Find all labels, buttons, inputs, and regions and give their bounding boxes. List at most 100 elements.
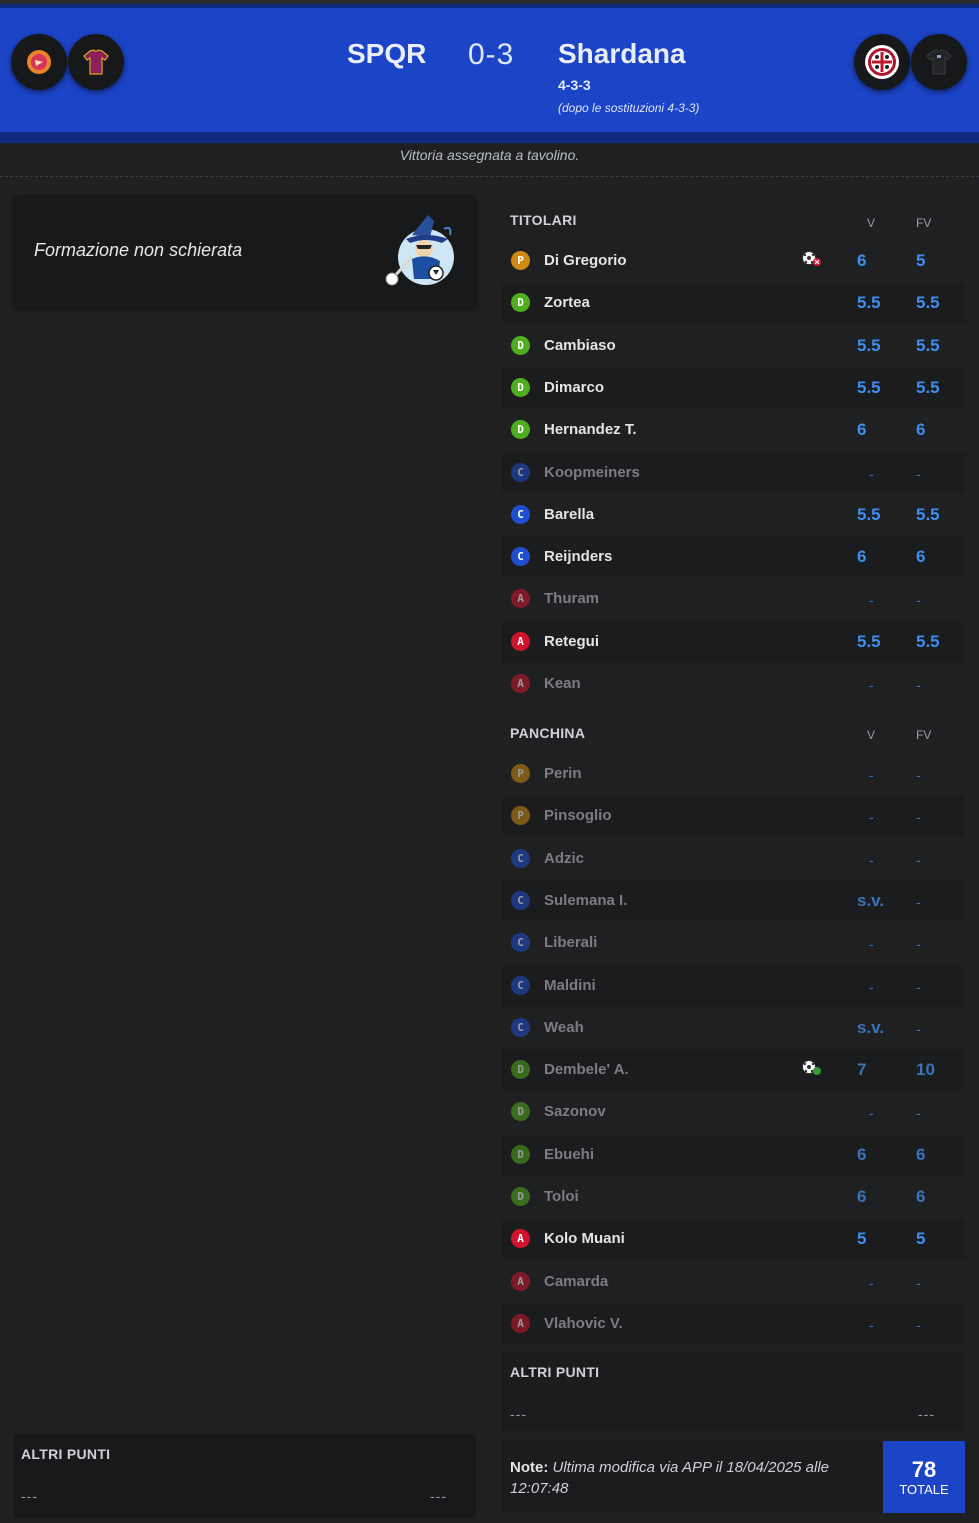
player-name[interactable]: Camarda: [544, 1273, 608, 1290]
player-vote: -: [869, 767, 874, 783]
player-name[interactable]: Retegui: [544, 633, 599, 650]
player-fantavote: 5.5: [916, 335, 940, 355]
player-vote: 6: [857, 420, 867, 440]
player-row[interactable]: A Kolo Muani 5 5: [502, 1219, 964, 1260]
player-row[interactable]: D Sazonov - -: [502, 1092, 964, 1132]
player-row[interactable]: P Pinsoglio - -: [502, 796, 964, 837]
note-content: Ultima modifica via APP il 18/04/2025 al…: [552, 1459, 830, 1476]
away-team-logo[interactable]: [854, 34, 910, 90]
role-badge: D: [511, 1060, 530, 1080]
player-vote: 6: [857, 547, 867, 567]
player-row[interactable]: A Kean - -: [502, 664, 964, 704]
player-vote: 7: [857, 1060, 867, 1080]
player-name[interactable]: Sazonov: [544, 1103, 606, 1120]
home-jersey[interactable]: [68, 34, 124, 90]
player-row[interactable]: P Di Gregorio 6 5: [502, 241, 964, 281]
home-team-logo[interactable]: [11, 34, 67, 90]
player-row[interactable]: C Koopmeiners - -: [502, 452, 964, 493]
player-row[interactable]: C Maldini - -: [502, 965, 964, 1006]
player-fantavote: 6: [916, 1144, 926, 1164]
player-name[interactable]: Dimarco: [544, 379, 604, 396]
note-text: Note: Ultima modifica via APP il 18/04/2…: [510, 1457, 872, 1499]
player-name[interactable]: Toloi: [544, 1188, 579, 1205]
player-fantavote: -: [916, 767, 921, 783]
player-name[interactable]: Dembele' A.: [544, 1061, 629, 1078]
role-badge: D: [511, 1187, 530, 1206]
player-fantavote: 6: [916, 420, 926, 440]
jersey-icon: [83, 49, 109, 75]
player-row[interactable]: P Perin - -: [502, 754, 964, 794]
player-name[interactable]: Adzic: [544, 850, 584, 867]
player-row[interactable]: D Cambiaso 5.5 5.5: [502, 326, 964, 366]
player-fantavote: -: [916, 677, 921, 693]
home-team-name[interactable]: SPQR: [347, 38, 426, 70]
player-name[interactable]: Hernandez T.: [544, 421, 637, 438]
player-name[interactable]: Ebuehi: [544, 1146, 594, 1163]
player-vote: -: [869, 1274, 874, 1291]
role-badge: A: [511, 589, 530, 609]
player-row[interactable]: A Vlahovic V. - -: [502, 1303, 964, 1344]
player-vote: 5.5: [857, 631, 881, 651]
away-team-name[interactable]: Shardana: [558, 38, 686, 70]
away-jersey[interactable]: [911, 34, 967, 90]
player-row[interactable]: C Weah s.v. -: [502, 1008, 964, 1048]
player-name[interactable]: Kean: [544, 675, 581, 692]
player-fantavote: 10: [916, 1060, 935, 1080]
player-row[interactable]: D Ebuehi 6 6: [502, 1134, 964, 1175]
player-row[interactable]: A Retegui 5.5 5.5: [502, 621, 964, 662]
player-name[interactable]: Kolo Muani: [544, 1230, 625, 1247]
player-row[interactable]: D Toloi 6 6: [502, 1177, 964, 1217]
player-name[interactable]: Barella: [544, 506, 594, 523]
player-name[interactable]: Di Gregorio: [544, 252, 627, 269]
player-name[interactable]: Pinsoglio: [544, 807, 612, 824]
altri-punti-left-value: ---: [510, 1406, 527, 1422]
goal-scored-icon: [802, 1060, 821, 1076]
player-name[interactable]: Vlahovic V.: [544, 1315, 623, 1332]
player-name[interactable]: Koopmeiners: [544, 464, 640, 481]
player-vote: 5.5: [857, 335, 881, 355]
role-badge: P: [511, 764, 530, 783]
note-box: Note: Ultima modifica via APP il 18/04/2…: [502, 1441, 882, 1513]
player-row[interactable]: A Thuram - -: [502, 579, 964, 619]
role-badge: P: [511, 806, 530, 826]
role-badge: A: [511, 1271, 530, 1291]
match-header-band: SPQR 0-3 Shardana 4-3-3 (dopo le sostitu…: [0, 8, 979, 132]
role-badge: C: [511, 547, 530, 567]
player-row[interactable]: D Dimarco 5.5 5.5: [502, 367, 964, 408]
player-row[interactable]: C Reijnders 6 6: [502, 537, 964, 578]
player-name[interactable]: Weah: [544, 1019, 584, 1036]
player-row[interactable]: D Zortea 5.5 5.5: [502, 283, 964, 324]
player-name[interactable]: Reijnders: [544, 548, 612, 565]
player-row[interactable]: C Adzic - -: [502, 839, 964, 879]
player-name[interactable]: Thuram: [544, 590, 599, 607]
player-fantavote: 5: [916, 1229, 926, 1249]
player-row[interactable]: C Sulemana I. s.v. -: [502, 880, 964, 921]
player-name[interactable]: Zortea: [544, 294, 590, 311]
player-name[interactable]: Maldini: [544, 977, 596, 994]
home-lineup-card: Formazione non schierata: [14, 195, 476, 308]
away-altri-punti: ALTRI PUNTI --- ---: [502, 1352, 964, 1430]
goal-conceded-icon: [802, 251, 821, 266]
player-fantavote: 6: [916, 1187, 926, 1206]
role-badge: C: [511, 848, 530, 868]
note-time: 12:07:48: [510, 1480, 569, 1497]
panchina-col-v: V: [867, 728, 876, 742]
player-name[interactable]: Cambiaso: [544, 337, 616, 354]
altri-punti-right-value: ---: [918, 1406, 935, 1422]
player-name[interactable]: Perin: [544, 765, 582, 782]
player-row[interactable]: D Dembele' A. 7 10: [502, 1050, 964, 1091]
away-formation: 4-3-3: [558, 77, 591, 93]
player-vote: s.v.: [857, 890, 885, 910]
role-badge: C: [511, 975, 530, 995]
role-badge: C: [511, 462, 530, 482]
player-fantavote: -: [916, 592, 921, 609]
player-name[interactable]: Liberali: [544, 934, 597, 951]
player-row[interactable]: C Liberali - -: [502, 923, 964, 963]
wizard-mascot-icon: [385, 215, 454, 286]
player-row[interactable]: D Hernandez T. 6 6: [502, 410, 964, 450]
player-row[interactable]: C Barella 5.5 5.5: [502, 495, 964, 535]
player-vote: -: [869, 1105, 874, 1122]
player-name[interactable]: Sulemana I.: [544, 892, 627, 909]
player-fantavote: 6: [916, 547, 926, 567]
player-row[interactable]: A Camarda - -: [502, 1262, 964, 1302]
